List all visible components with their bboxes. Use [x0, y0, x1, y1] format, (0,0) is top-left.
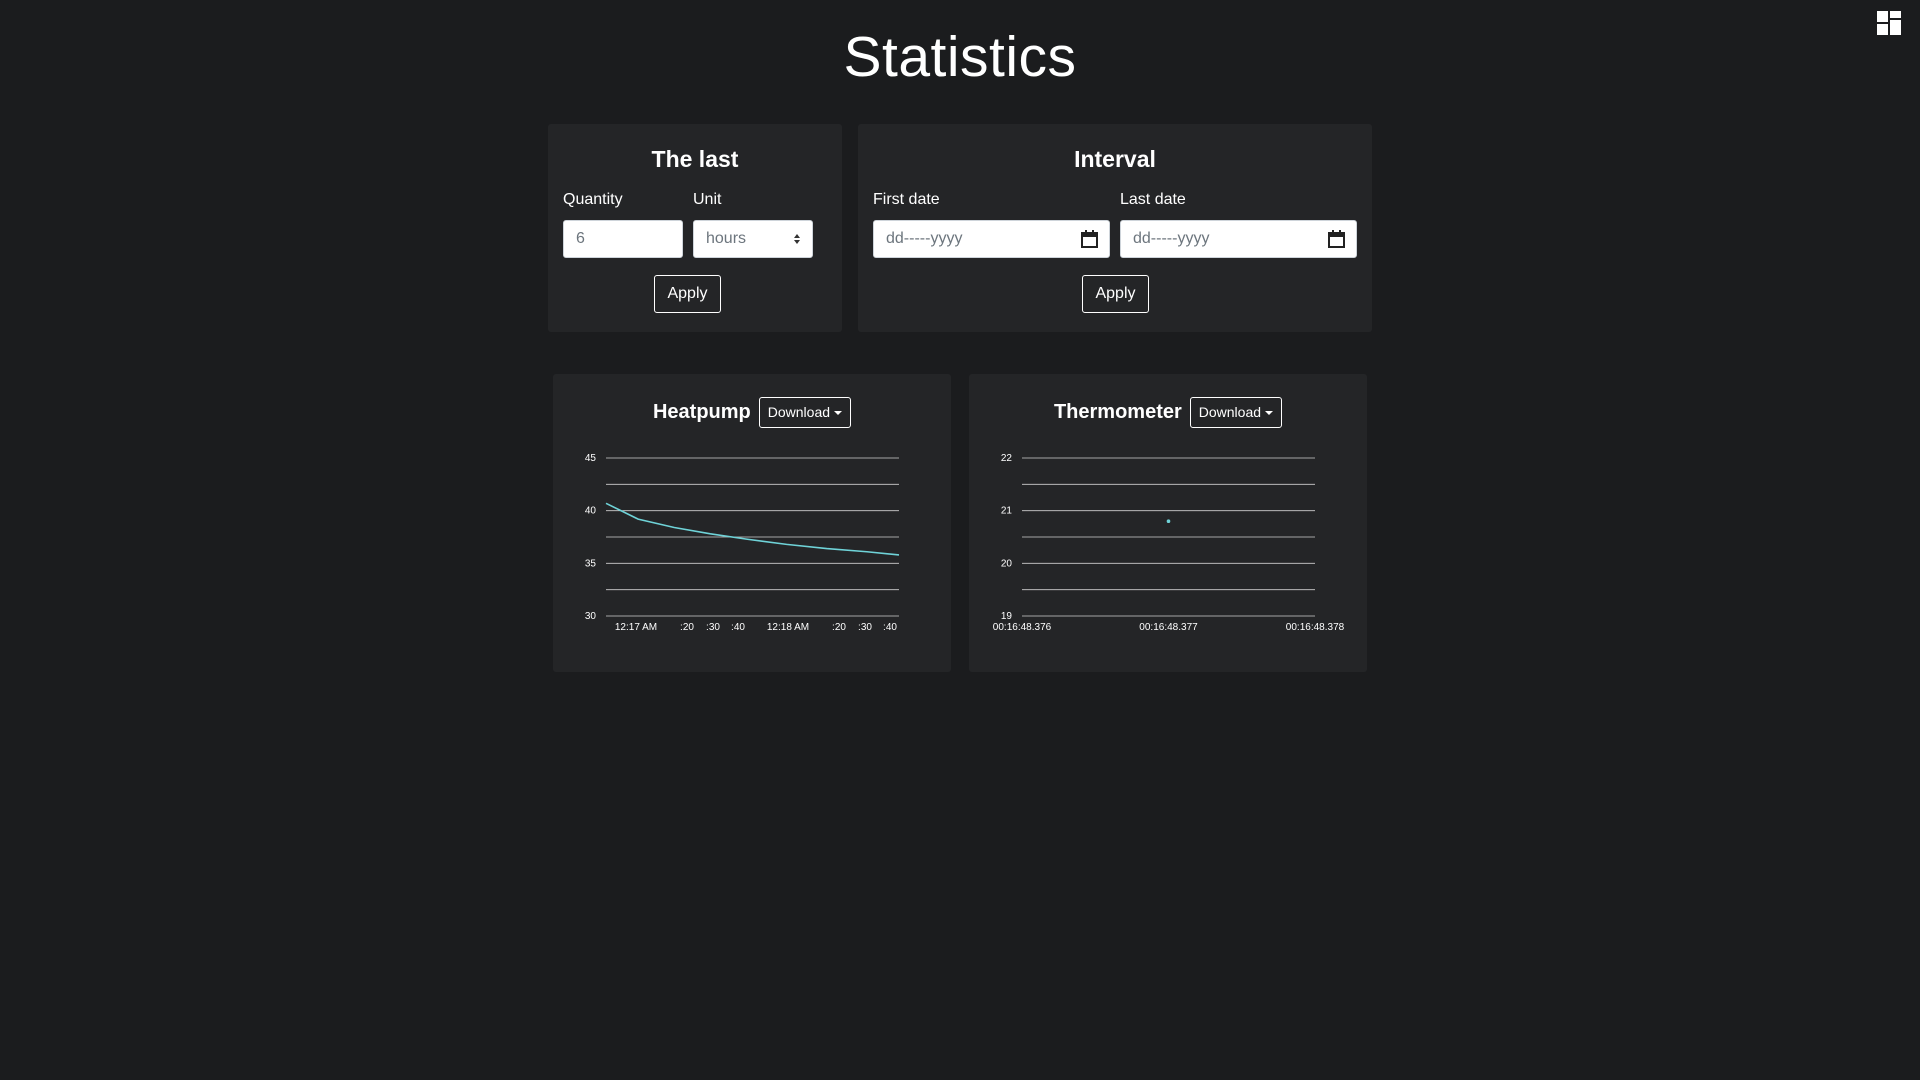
first-date-placeholder: dd-----yyyy — [886, 230, 963, 247]
thermometer-chart: 19 20 21 22 00:16:48.376 00:16:48.377 00:16:48… — [993, 453, 1345, 633]
quantity-value: 6 — [576, 230, 585, 247]
x-tick-label: :20 — [832, 622, 846, 633]
heatpump-chart-card: Heatpump Download 30 35 40 45 12:17 AM:20:30… — [553, 374, 951, 672]
thermometer-chart-card: Thermometer Download 19 20 21 22 00:16:48.37… — [969, 374, 1367, 672]
the-last-title: The last — [651, 146, 739, 172]
the-last-apply-button[interactable]: Apply — [654, 275, 721, 313]
x-tick-label: :40 — [883, 622, 897, 633]
calendar-icon[interactable] — [1328, 230, 1345, 248]
x-tick-label: 12:17 AM — [615, 622, 657, 633]
page-title: Statistics — [843, 25, 1077, 89]
unit-select[interactable]: hours — [693, 220, 813, 258]
y-tick-label: 30 — [585, 611, 597, 622]
last-date-label: Last date — [1120, 191, 1186, 208]
x-tick-label: :20 — [680, 622, 694, 633]
y-tick-label: 20 — [1001, 558, 1013, 569]
first-date-label: First date — [873, 191, 940, 208]
thermometer-data-point — [1166, 519, 1171, 523]
unit-value: hours — [706, 230, 747, 247]
quantity-input[interactable]: 6 — [563, 220, 683, 258]
y-tick-label: 22 — [1001, 453, 1013, 464]
the-last-card: The last Quantity Unit 6 hours Apply — [548, 124, 842, 332]
y-tick-label: 19 — [1001, 611, 1013, 622]
unit-label: Unit — [693, 191, 722, 208]
x-tick-label: :30 — [706, 622, 720, 633]
last-date-placeholder: dd-----yyyy — [1133, 230, 1210, 247]
calendar-icon[interactable] — [1081, 230, 1098, 248]
select-arrows-icon — [794, 234, 800, 244]
statistics-page: Statistics The last Quantity Unit 6 hour… — [0, 0, 1920, 1080]
heatpump-chart: 30 35 40 45 12:17 AM :20 :30 :40 12:18 AM :20 :30:… — [585, 453, 900, 633]
x-tick-label: 12:18 AM — [767, 622, 809, 633]
x-tick-label: :40 — [731, 622, 745, 633]
quantity-label: Quantity — [563, 191, 623, 208]
y-tick-label: 45 — [585, 453, 597, 464]
first-date-input[interactable]: dd-----yyyy — [873, 220, 1110, 258]
y-tick-label: 40 — [585, 506, 597, 517]
interval-apply-button[interactable]: Apply — [1082, 275, 1149, 313]
x-tick-label: 00:16:48.377 — [1139, 622, 1198, 633]
x-tick-label: :30 — [858, 622, 872, 633]
x-tick-label: 00:16:48.378 — [1286, 622, 1345, 633]
x-tick-label: 00:16:48.376 — [993, 622, 1052, 633]
y-tick-label: 35 — [585, 558, 597, 569]
y-tick-label: 21 — [1001, 506, 1013, 517]
last-date-input[interactable]: dd-----yyyy — [1120, 220, 1357, 258]
interval-card: Interval First date Last date dd-----yyy… — [858, 124, 1372, 332]
interval-title: Interval — [1074, 146, 1156, 172]
